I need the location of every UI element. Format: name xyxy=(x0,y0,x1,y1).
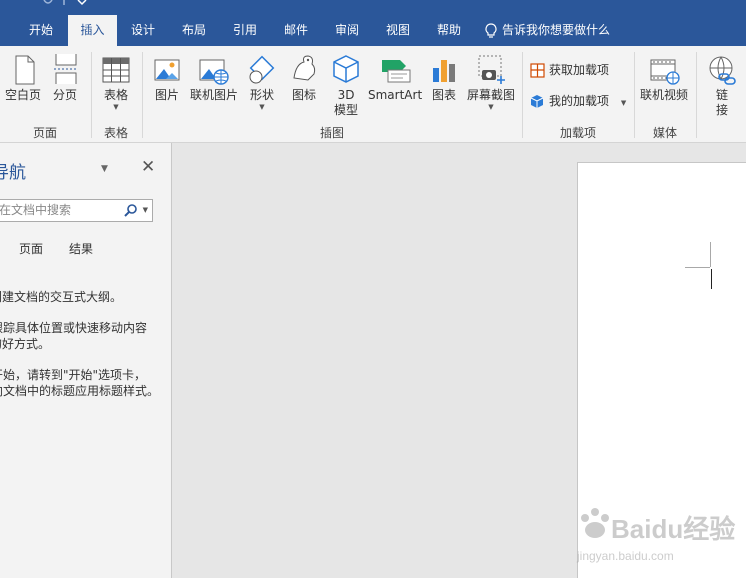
group-label-illustrations: 插图 xyxy=(319,126,344,140)
bar-chart-icon xyxy=(433,60,455,82)
shapes-dropdown-caret: ▼ xyxy=(259,103,265,111)
get-addins-button[interactable]: 获取加载项 xyxy=(530,60,609,80)
smartart-button[interactable]: SmartArt xyxy=(368,52,422,103)
3d-models-button[interactable]: 3D 模型 xyxy=(328,52,364,118)
online-picture-button[interactable]: 联机图片 xyxy=(188,52,240,103)
tab-references[interactable]: 引用 xyxy=(222,15,268,46)
quick-access-toolbar xyxy=(43,0,87,6)
page-break-icon xyxy=(54,54,78,84)
3d-models-label-line1: 3D xyxy=(337,88,355,102)
table-button[interactable]: 表格 ▼ xyxy=(97,52,135,111)
margin-corner-mark xyxy=(710,242,711,267)
watermark-brand: Baidu经验 xyxy=(611,514,735,544)
nav-search-placeholder: 在文档中搜索 xyxy=(0,203,72,217)
tab-view[interactable]: 视图 xyxy=(375,15,421,46)
nav-pane-options-icon[interactable]: ▼ xyxy=(101,164,108,174)
tab-home[interactable]: 开始 xyxy=(18,15,64,46)
online-video-button[interactable]: 联机视频 xyxy=(638,52,690,103)
group-label-pages: 页面 xyxy=(32,126,57,140)
icons-icon xyxy=(293,55,316,81)
nav-help-text-2b: 的好方式。 xyxy=(0,337,51,351)
nav-tab-pages[interactable]: 页面 xyxy=(19,240,43,257)
nav-help-text-1: 创建文档的交互式大纲。 xyxy=(0,290,123,304)
navigation-pane: 导航 ▼ ✕ 在文档中搜索 ▼ 页面 结果 创建文档的交互式大纲。 它是跟踪具体… xyxy=(0,143,172,578)
online-video-label: 联机视频 xyxy=(639,88,688,102)
get-addins-label: 获取加载项 xyxy=(549,63,610,77)
my-addins-button[interactable]: 我的加载项 ▼ xyxy=(530,91,626,111)
icons-button[interactable]: 图标 xyxy=(286,52,322,103)
watermark-url: jingyan.baidu.com xyxy=(576,549,674,563)
online-picture-icon xyxy=(199,59,229,85)
page-break-button[interactable]: 分页 xyxy=(47,52,83,103)
nav-pane-title: 导航 xyxy=(0,163,26,183)
lightbulb-icon xyxy=(485,22,497,38)
3d-models-label-line2: 模型 xyxy=(333,103,358,117)
smartart-label: SmartArt xyxy=(368,88,423,102)
tab-review[interactable]: 审阅 xyxy=(324,15,370,46)
table-icon xyxy=(102,57,130,83)
nav-help-text-3b: 然后向文档中的标题应用标题样式。 xyxy=(0,384,160,398)
blank-page-button[interactable]: 空白页 xyxy=(3,52,43,103)
nav-help-text-3a: 要开始，请转到"开始"选项卡， xyxy=(0,368,147,382)
close-icon[interactable]: ✕ xyxy=(141,157,155,177)
chart-button[interactable]: 图表 xyxy=(428,52,460,103)
page-break-label: 分页 xyxy=(52,88,77,102)
blank-page-label: 空白页 xyxy=(4,88,41,102)
link-button[interactable]: 链 接 xyxy=(702,52,742,118)
link-label-line2: 接 xyxy=(715,103,728,117)
shapes-label: 形状 xyxy=(249,88,274,102)
screenshot-label: 屏幕截图 xyxy=(466,88,515,102)
shapes-icon xyxy=(249,55,275,84)
tab-mailings[interactable]: 邮件 xyxy=(273,15,319,46)
title-bar: 开始 插入 设计 布局 引用 邮件 审阅 视图 帮助 告诉我你想要做什么 xyxy=(0,0,746,46)
smartart-icon xyxy=(382,60,411,83)
margin-corner-mark xyxy=(685,267,710,268)
tab-insert[interactable]: 插入 xyxy=(68,15,117,46)
ribbon: 空白页 分页 页面 表格 ▼ 表格 图片 联机图片 形状 ▼ 图标 3D 模型 … xyxy=(0,46,746,143)
ribbon-tabs: 开始 插入 设计 布局 引用 邮件 审阅 视图 帮助 xyxy=(0,15,746,46)
search-icon[interactable] xyxy=(124,203,138,217)
my-addins-label: 我的加载项 xyxy=(549,94,610,108)
nav-tab-results[interactable]: 结果 xyxy=(69,240,93,257)
link-label-line1: 链 xyxy=(715,88,728,102)
picture-icon xyxy=(154,59,180,81)
search-options-caret[interactable]: ▼ xyxy=(143,200,148,221)
tab-design[interactable]: 设计 xyxy=(120,15,166,46)
chart-label: 图表 xyxy=(431,88,456,102)
my-addins-icon xyxy=(530,95,544,108)
shapes-button[interactable]: 形状 ▼ xyxy=(244,52,280,111)
group-label-media: 媒体 xyxy=(652,126,677,140)
icons-label: 图标 xyxy=(291,88,316,102)
screenshot-dropdown-caret: ▼ xyxy=(488,103,494,111)
film-icon xyxy=(650,59,680,85)
group-separator xyxy=(696,52,697,138)
online-picture-label: 联机图片 xyxy=(189,88,238,102)
tab-help[interactable]: 帮助 xyxy=(426,15,472,46)
screenshot-icon xyxy=(478,55,505,84)
my-addins-dropdown-caret[interactable]: ▼ xyxy=(621,99,626,107)
screenshot-button[interactable]: 屏幕截图 ▼ xyxy=(464,52,518,111)
tell-me-text: 告诉我你想要做什么 xyxy=(502,23,611,37)
baidu-watermark-logo: Baidu经验 jingyan.baidu.com xyxy=(576,508,735,563)
table-dropdown-caret: ▼ xyxy=(113,103,119,111)
nav-search-input[interactable]: 在文档中搜索 ▼ xyxy=(0,199,153,222)
table-label: 表格 xyxy=(103,88,128,102)
store-icon xyxy=(530,63,545,78)
nav-help-text-2a: 它是跟踪具体位置或快速移动内容 xyxy=(0,321,148,335)
text-cursor xyxy=(711,269,712,289)
picture-button[interactable]: 图片 xyxy=(150,52,184,103)
tab-layout[interactable]: 布局 xyxy=(171,15,217,46)
picture-label: 图片 xyxy=(154,88,179,102)
cube-icon xyxy=(333,55,359,83)
link-icon xyxy=(709,56,736,85)
blank-page-icon xyxy=(15,55,35,85)
group-label-tables: 表格 xyxy=(103,126,128,140)
group-label-addins: 加载项 xyxy=(559,126,596,140)
tell-me-box[interactable]: 告诉我你想要做什么 xyxy=(484,15,610,46)
